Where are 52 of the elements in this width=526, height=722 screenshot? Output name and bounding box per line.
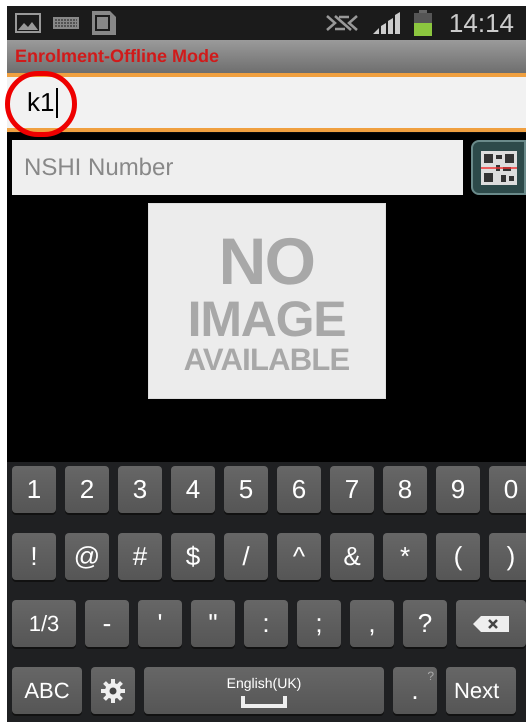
placeholder-text: AVAILABLE xyxy=(184,344,350,374)
keyboard-icon xyxy=(53,17,79,29)
key[interactable]: : xyxy=(244,600,288,647)
key[interactable]: ' xyxy=(138,600,182,647)
backspace-icon xyxy=(473,616,509,632)
picture-icon xyxy=(15,13,41,33)
key[interactable]: 9 xyxy=(436,466,480,513)
key[interactable]: ; xyxy=(297,600,341,647)
key[interactable]: , xyxy=(350,600,394,647)
key[interactable]: 4 xyxy=(171,466,215,513)
key[interactable]: 2 xyxy=(65,466,109,513)
key[interactable]: 6 xyxy=(277,466,321,513)
signal-icon xyxy=(370,12,401,34)
key[interactable]: 7 xyxy=(330,466,374,513)
key[interactable]: ! xyxy=(12,533,56,580)
settings-icon xyxy=(100,678,126,704)
key[interactable]: 8 xyxy=(383,466,427,513)
space-key[interactable]: English(UK) xyxy=(144,667,384,714)
key[interactable]: ? xyxy=(403,600,447,647)
next-key[interactable]: Next xyxy=(446,667,516,714)
placeholder-text: IMAGE xyxy=(188,294,346,344)
key[interactable]: " xyxy=(191,600,235,647)
key[interactable]: ) xyxy=(489,533,526,580)
key[interactable]: 1/3 xyxy=(12,600,76,647)
clock-text: 14:14 xyxy=(448,6,514,40)
backspace-key[interactable] xyxy=(456,600,526,647)
key[interactable]: 3 xyxy=(118,466,162,513)
key[interactable]: 1 xyxy=(12,466,56,513)
placeholder-text: NO xyxy=(218,228,314,294)
key[interactable]: 5 xyxy=(224,466,268,513)
key[interactable]: * xyxy=(383,533,427,580)
battery-icon xyxy=(412,10,433,36)
network-icon xyxy=(324,14,359,32)
space-icon xyxy=(241,696,287,708)
key[interactable]: ^ xyxy=(277,533,321,580)
input-field[interactable]: k1 xyxy=(7,73,526,132)
key[interactable]: @ xyxy=(65,533,109,580)
key[interactable]: / xyxy=(224,533,268,580)
key[interactable]: 0 xyxy=(489,466,526,513)
screen-title: Enrolment-Offline Mode xyxy=(15,45,219,68)
qr-code-icon xyxy=(480,150,516,184)
key[interactable]: ( xyxy=(436,533,480,580)
sd-card-icon xyxy=(91,10,117,36)
key[interactable]: - xyxy=(85,600,129,647)
key[interactable]: $ xyxy=(171,533,215,580)
key[interactable]: . ? xyxy=(393,667,437,714)
key[interactable]: & xyxy=(330,533,374,580)
key-hint: ? xyxy=(427,668,434,685)
settings-key[interactable] xyxy=(91,667,135,714)
key[interactable]: # xyxy=(118,533,162,580)
key[interactable]: ABC xyxy=(12,667,82,714)
qr-scan-button[interactable] xyxy=(471,140,526,195)
